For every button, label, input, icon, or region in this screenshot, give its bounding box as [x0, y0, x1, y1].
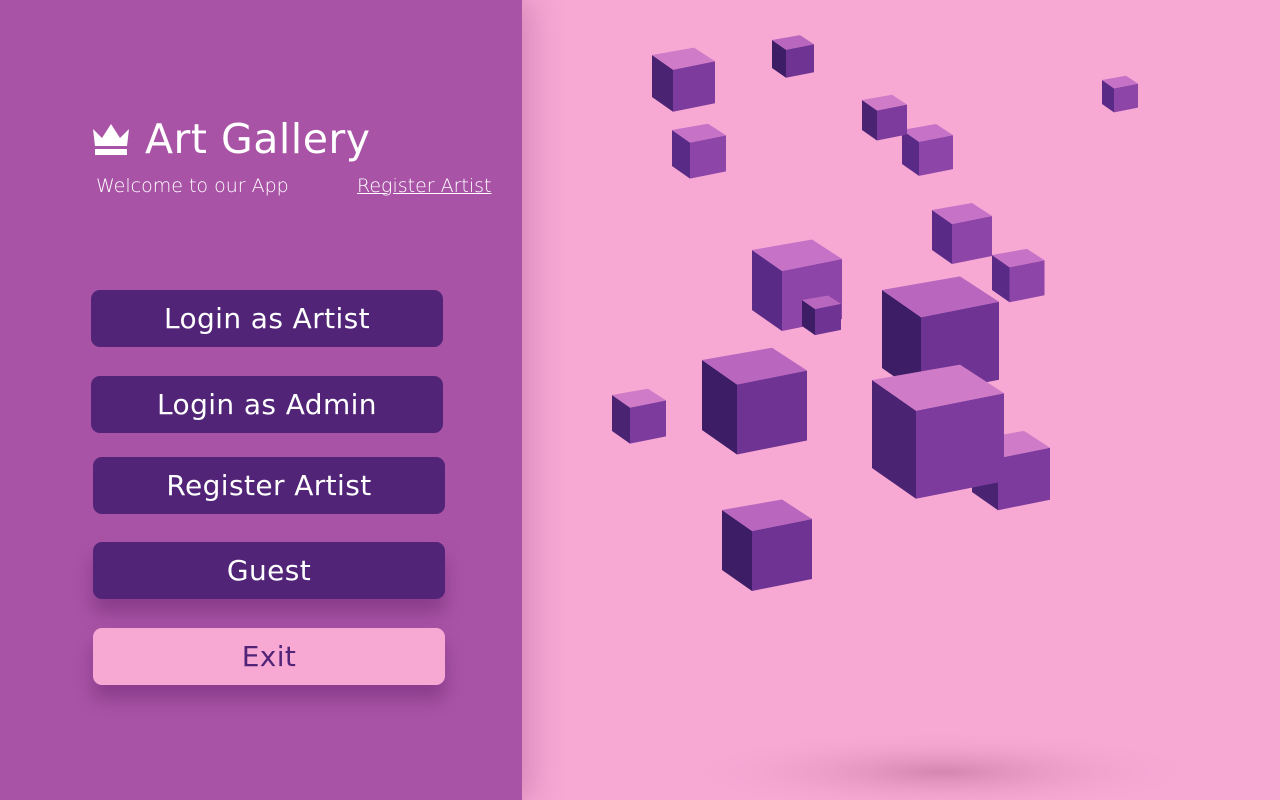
cube-shape: [772, 35, 814, 78]
register-artist-link[interactable]: Register Artist: [357, 172, 492, 200]
cube-shape: [802, 295, 841, 336]
floating-cubes-illustration: [612, 35, 1202, 800]
cube-shape: [672, 123, 726, 179]
guest-button[interactable]: Guest: [93, 542, 445, 599]
app-title: Art Gallery: [145, 115, 371, 163]
cube-shape: [932, 203, 992, 264]
cube-shape: [652, 47, 715, 112]
crown-icon: [93, 124, 129, 155]
sidebar-panel: Art Gallery Welcome to our App Register …: [0, 0, 522, 800]
cube-shape: [702, 347, 807, 455]
cube-shape: [1102, 75, 1138, 113]
cube-shape: [902, 124, 953, 176]
cube-shape: [612, 388, 666, 444]
cube-shape: [862, 94, 907, 141]
exit-button[interactable]: Exit: [93, 628, 445, 685]
cube-shape: [722, 499, 812, 591]
login-as-admin-button[interactable]: Login as Admin: [91, 376, 443, 433]
hero-art-panel: [522, 0, 1280, 800]
brand-header: Art Gallery: [91, 114, 371, 164]
welcome-text: Welcome to our App: [96, 175, 289, 197]
register-artist-button[interactable]: Register Artist: [93, 457, 445, 514]
cube-shape: [992, 248, 1045, 303]
cube-shape: [872, 364, 1004, 499]
login-as-artist-button[interactable]: Login as Artist: [91, 290, 443, 347]
